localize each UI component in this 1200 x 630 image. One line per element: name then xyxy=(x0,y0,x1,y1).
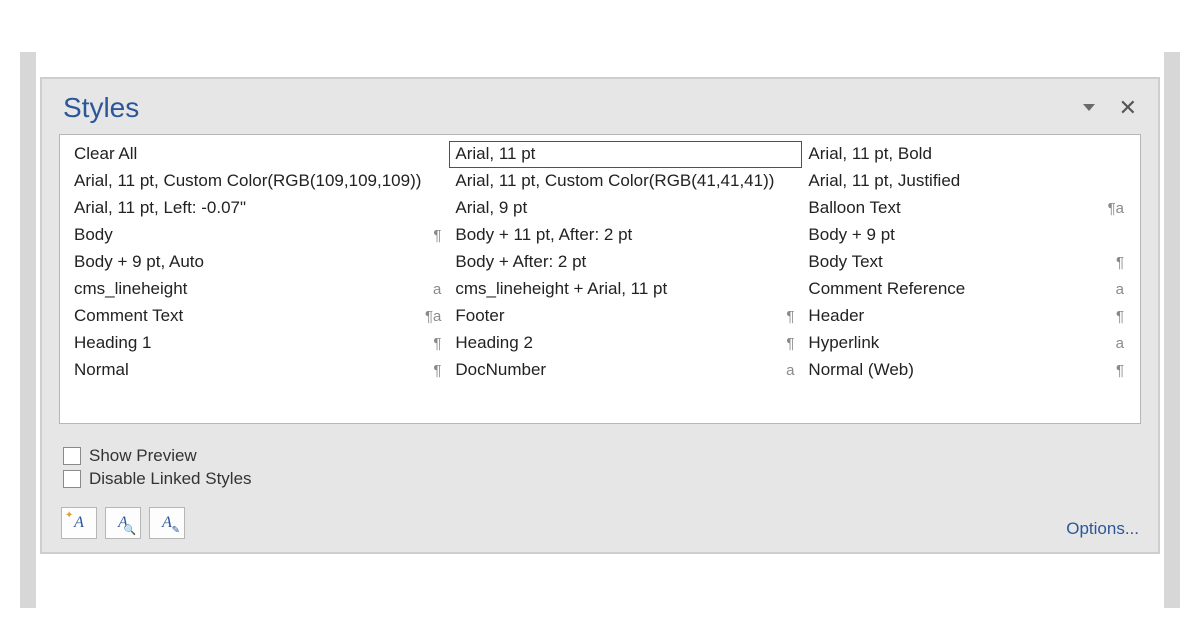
style-item[interactable]: Body + After: 2 pt xyxy=(449,249,802,276)
style-item-label: Normal xyxy=(74,360,129,380)
style-item[interactable]: Hyperlink a xyxy=(802,330,1132,357)
style-item-label: Body + 9 pt, Auto xyxy=(74,252,204,272)
styles-column-1: Arial, 11 pt Arial, 11 pt, Custom Color(R… xyxy=(449,141,802,384)
style-item-label: Body Text xyxy=(808,252,882,272)
style-item-label: Clear All xyxy=(74,144,137,164)
style-type-icon: ¶ xyxy=(1104,308,1124,325)
style-item-label: Normal (Web) xyxy=(808,360,913,380)
style-item[interactable]: Arial, 11 pt, Left: -0.07" xyxy=(68,195,449,222)
style-item-label: Arial, 11 pt, Justified xyxy=(808,171,960,191)
style-item-label: Arial, 9 pt xyxy=(455,198,527,218)
magnifier-icon: 🔍 xyxy=(124,525,136,536)
style-type-icon: a xyxy=(774,362,794,379)
style-type-icon: ¶ xyxy=(421,362,441,379)
style-item[interactable]: Body + 9 pt xyxy=(802,222,1132,249)
pane-footer: ✦ A A 🔍 A ✎ Options... xyxy=(59,507,1141,539)
style-item[interactable]: Body + 9 pt, Auto xyxy=(68,249,449,276)
style-type-icon: ¶a xyxy=(421,308,441,325)
style-item[interactable]: Body + 11 pt, After: 2 pt xyxy=(449,222,802,249)
style-item-label: Body + 9 pt xyxy=(808,225,894,245)
style-item-label: Body + 11 pt, After: 2 pt xyxy=(455,225,632,245)
style-item[interactable]: Comment Text ¶a xyxy=(68,303,449,330)
style-options: Show Preview Disable Linked Styles xyxy=(63,446,1137,489)
style-item[interactable]: Heading 1 ¶ xyxy=(68,330,449,357)
style-item[interactable]: Body Text ¶ xyxy=(802,249,1132,276)
style-item-label: cms_lineheight + Arial, 11 pt xyxy=(455,279,667,299)
pane-menu-dropdown-icon[interactable] xyxy=(1083,104,1095,111)
options-link[interactable]: Options... xyxy=(1066,519,1139,539)
style-item-label: Arial, 11 pt, Bold xyxy=(808,144,931,164)
styles-column-0: Clear All Arial, 11 pt, Custom Color(RGB(… xyxy=(68,141,449,384)
sparkle-icon: ✦ xyxy=(65,510,73,521)
disable-linked-styles-label: Disable Linked Styles xyxy=(89,469,252,489)
style-inspector-button[interactable]: A 🔍 xyxy=(105,507,141,539)
style-item-label: Comment Text xyxy=(74,306,183,326)
styles-list: Clear All Arial, 11 pt, Custom Color(RGB(… xyxy=(59,134,1141,424)
style-item[interactable]: Arial, 11 pt, Custom Color(RGB(41,41,41)… xyxy=(449,168,802,195)
style-item-label: Footer xyxy=(455,306,504,326)
style-item[interactable]: Arial, 11 pt, Custom Color(RGB(109,109,1… xyxy=(68,168,449,195)
style-item[interactable]: Clear All xyxy=(68,141,449,168)
style-item[interactable]: DocNumber a xyxy=(449,357,802,384)
show-preview-label: Show Preview xyxy=(89,446,197,466)
letter-a-icon: A xyxy=(74,514,84,532)
style-item-label: Body xyxy=(74,225,113,245)
style-type-icon: ¶ xyxy=(421,227,441,244)
close-icon[interactable]: ✕ xyxy=(1119,97,1137,119)
style-item[interactable]: Heading 2 ¶ xyxy=(449,330,802,357)
checkbox-box xyxy=(63,447,81,465)
style-item[interactable]: Arial, 9 pt xyxy=(449,195,802,222)
style-item-label: Balloon Text xyxy=(808,198,900,218)
style-type-icon: a xyxy=(1104,335,1124,352)
style-type-icon: ¶ xyxy=(774,308,794,325)
style-item-label: Hyperlink xyxy=(808,333,879,353)
manage-styles-button[interactable]: A ✎ xyxy=(149,507,185,539)
style-item-label: Heading 1 xyxy=(74,333,152,353)
style-item[interactable]: Arial, 11 pt, Justified xyxy=(802,168,1132,195)
style-type-icon: ¶ xyxy=(421,335,441,352)
show-preview-checkbox[interactable]: Show Preview xyxy=(63,446,1137,466)
style-item-label: Body + After: 2 pt xyxy=(455,252,586,272)
style-item[interactable]: Comment Reference a xyxy=(802,276,1132,303)
pane-title: Styles xyxy=(63,92,139,124)
style-item[interactable]: Body ¶ xyxy=(68,222,449,249)
style-item[interactable]: Balloon Text ¶a xyxy=(802,195,1132,222)
style-item-label: Arial, 11 pt, Custom Color(RGB(109,109,1… xyxy=(74,171,421,191)
styles-pane: Styles ✕ Clear All Arial, 11 pt, Custom C… xyxy=(40,77,1160,554)
style-type-icon: a xyxy=(1104,281,1124,298)
new-style-button[interactable]: ✦ A xyxy=(61,507,97,539)
style-item[interactable]: cms_lineheight + Arial, 11 pt xyxy=(449,276,802,303)
style-item-label: Heading 2 xyxy=(455,333,533,353)
disable-linked-styles-checkbox[interactable]: Disable Linked Styles xyxy=(63,469,1137,489)
style-item-label: DocNumber xyxy=(455,360,546,380)
style-item-label: Arial, 11 pt, Left: -0.07" xyxy=(74,198,246,218)
style-item[interactable]: Footer ¶ xyxy=(449,303,802,330)
letter-a-icon: A xyxy=(162,514,172,532)
style-item[interactable]: Arial, 11 pt, Bold xyxy=(802,141,1132,168)
style-type-icon: a xyxy=(421,281,441,298)
style-item[interactable]: Header ¶ xyxy=(802,303,1132,330)
styles-column-2: Arial, 11 pt, Bold Arial, 11 pt, Justifie… xyxy=(802,141,1132,384)
style-type-icon: ¶ xyxy=(1104,362,1124,379)
style-item[interactable]: Normal (Web) ¶ xyxy=(802,357,1132,384)
style-item[interactable]: Normal ¶ xyxy=(68,357,449,384)
style-type-icon: ¶a xyxy=(1104,200,1124,217)
style-item[interactable]: cms_lineheight a xyxy=(68,276,449,303)
style-type-icon: ¶ xyxy=(1104,254,1124,271)
style-type-icon: ¶ xyxy=(774,335,794,352)
style-item-label: cms_lineheight xyxy=(74,279,187,299)
checkbox-box xyxy=(63,470,81,488)
style-item-label: Arial, 11 pt, Custom Color(RGB(41,41,41)… xyxy=(455,171,774,191)
style-item-label: Header xyxy=(808,306,864,326)
pane-header: Styles ✕ xyxy=(59,88,1141,134)
style-item-label: Arial, 11 pt xyxy=(455,144,535,164)
style-item[interactable]: Arial, 11 pt xyxy=(449,141,802,168)
pencil-icon: ✎ xyxy=(172,525,180,536)
style-item-label: Comment Reference xyxy=(808,279,965,299)
